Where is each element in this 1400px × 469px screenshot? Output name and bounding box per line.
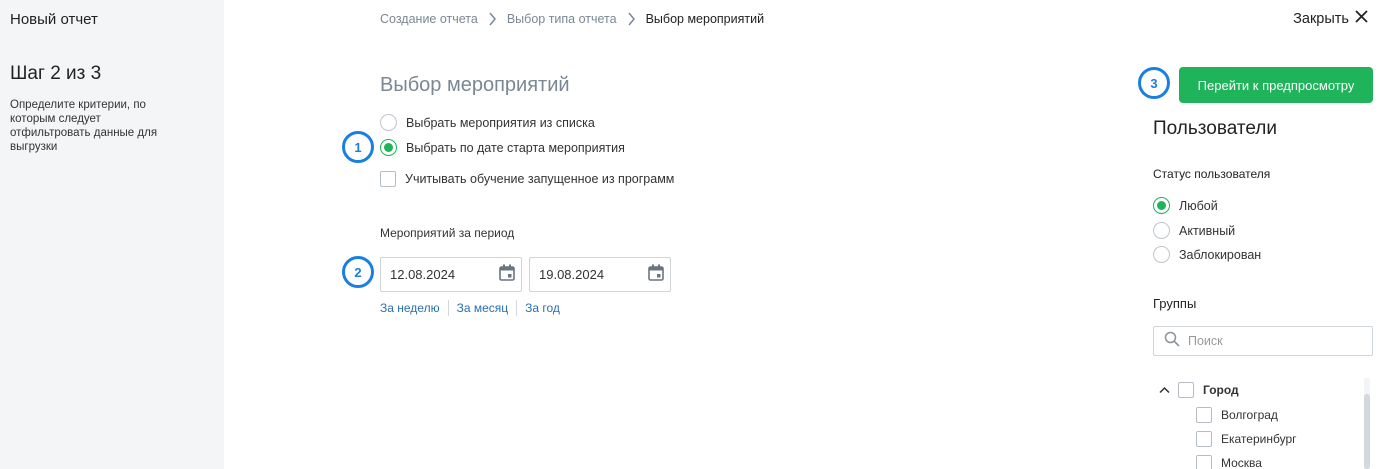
annotation-badge-2: 2 — [342, 256, 374, 288]
radio-by-date[interactable] — [380, 139, 397, 156]
sidebar: Новый отчет Шаг 2 из 3 Определите критер… — [0, 0, 224, 469]
breadcrumb: Создание отчета Выбор типа отчета Выбор … — [380, 12, 764, 26]
sidebar-title: Новый отчет — [10, 11, 98, 28]
tree-node-city[interactable]: Город — [1159, 382, 1239, 398]
divider — [516, 300, 518, 316]
date-from-value: 12.08.2024 — [390, 267, 456, 282]
tree-node-volgograd-label: Волгоград — [1221, 408, 1278, 422]
breadcrumb-item-create-report[interactable]: Создание отчета — [380, 12, 478, 26]
link-week[interactable]: За неделю — [380, 301, 440, 315]
close-button[interactable]: Закрыть — [1293, 10, 1368, 27]
calendar-icon[interactable] — [648, 264, 664, 286]
option-include-training[interactable]: Учитывать обучение запущенное из програм… — [380, 171, 674, 187]
period-quick-links: За неделю За месяц За год — [380, 300, 560, 316]
annotation-badge-1: 1 — [342, 131, 374, 163]
tree-node-moscow-label: Москва — [1221, 456, 1262, 469]
tree-node-ekaterinburg-label: Екатеринбург — [1221, 432, 1297, 446]
search-input[interactable] — [1188, 334, 1358, 348]
radio-from-list[interactable] — [380, 114, 397, 131]
status-any-label: Любой — [1179, 198, 1218, 213]
search-icon — [1164, 331, 1180, 352]
status-active-label: Активный — [1179, 223, 1236, 238]
groups-search[interactable] — [1153, 326, 1373, 356]
checkbox-city[interactable] — [1178, 382, 1194, 398]
tree-node-volgograd[interactable]: Волгоград — [1196, 407, 1278, 423]
divider — [447, 300, 449, 316]
calendar-icon[interactable] — [499, 264, 515, 286]
annotation-badge-3: 3 — [1138, 67, 1170, 99]
users-title: Пользователи — [1153, 118, 1278, 139]
radio-status-active[interactable] — [1153, 222, 1170, 239]
period-label: Мероприятий за период — [380, 226, 515, 240]
link-year[interactable]: За год — [525, 301, 560, 315]
option-from-list[interactable]: Выбрать мероприятия из списка — [380, 114, 595, 131]
checkbox-ekaterinburg[interactable] — [1196, 431, 1212, 447]
chevron-up-icon[interactable] — [1159, 386, 1170, 394]
step-indicator: Шаг 2 из 3 — [10, 63, 102, 84]
chevron-right-icon — [488, 12, 497, 26]
report-wizard: Новый отчет Шаг 2 из 3 Определите критер… — [0, 0, 1400, 469]
checkbox-moscow[interactable] — [1196, 455, 1212, 469]
option-include-training-label: Учитывать обучение запущенное из програм… — [405, 172, 675, 186]
tree-node-moscow[interactable]: Москва — [1196, 455, 1262, 469]
date-to-value: 19.08.2024 — [539, 267, 605, 282]
user-status-label: Статус пользователя — [1153, 167, 1271, 181]
close-label: Закрыть — [1293, 10, 1349, 27]
page-title: Выбор мероприятий — [380, 74, 570, 96]
checkbox-include-training[interactable] — [380, 171, 396, 187]
option-by-date[interactable]: Выбрать по дате старта мероприятия — [380, 139, 625, 156]
tree-node-ekaterinburg[interactable]: Екатеринбург — [1196, 431, 1297, 447]
checkbox-volgograd[interactable] — [1196, 407, 1212, 423]
step-description: Определите критерии, по которым следует … — [10, 99, 158, 153]
option-from-list-label: Выбрать мероприятия из списка — [406, 115, 595, 130]
groups-label: Группы — [1153, 296, 1197, 311]
radio-status-blocked[interactable] — [1153, 246, 1170, 263]
date-to-input[interactable]: 19.08.2024 — [529, 257, 671, 292]
tree-scrollbar-thumb[interactable] — [1364, 394, 1370, 469]
breadcrumb-item-report-type[interactable]: Выбор типа отчета — [507, 12, 617, 26]
chevron-right-icon — [627, 12, 636, 26]
tree-node-city-label: Город — [1203, 383, 1239, 397]
preview-button[interactable]: Перейти к предпросмотру — [1179, 67, 1373, 103]
option-by-date-label: Выбрать по дате старта мероприятия — [406, 140, 625, 155]
status-blocked-label: Заблокирован — [1179, 247, 1262, 262]
breadcrumb-current: Выбор мероприятий — [645, 12, 765, 26]
close-icon — [1355, 10, 1368, 27]
link-month[interactable]: За месяц — [457, 301, 509, 315]
status-option-blocked[interactable]: Заблокирован — [1153, 246, 1261, 263]
status-option-any[interactable]: Любой — [1153, 197, 1218, 214]
radio-status-any[interactable] — [1153, 197, 1170, 214]
status-option-active[interactable]: Активный — [1153, 222, 1235, 239]
date-from-input[interactable]: 12.08.2024 — [380, 257, 522, 292]
